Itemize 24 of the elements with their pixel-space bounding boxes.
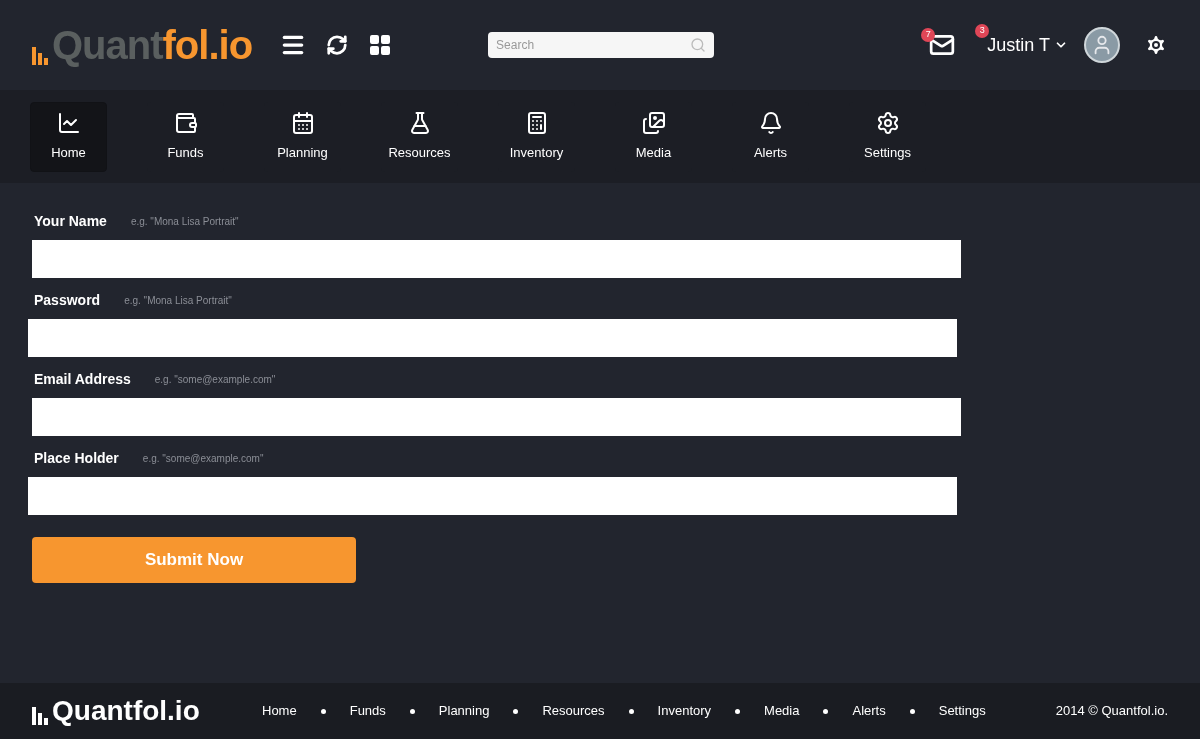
field-hint: e.g. "some@example.com" <box>142 452 264 466</box>
search-field[interactable]: Search <box>488 32 715 58</box>
footer-link[interactable]: Alerts <box>852 701 886 721</box>
field-label: Place Holder <box>34 449 119 468</box>
footer-link[interactable]: Funds <box>349 701 386 721</box>
user-name[interactable]: Justin T <box>987 31 1050 59</box>
footer-link[interactable]: Resources <box>542 701 605 721</box>
footer-logo[interactable]: Quantfol.io <box>52 697 200 725</box>
field-hint: e.g. "Mona Lisa Portrait" <box>124 294 232 308</box>
field-hint: e.g. "some@example.com" <box>154 373 276 387</box>
copyright: 2014 © Quantfol.io. <box>1055 702 1168 721</box>
field-label: Password <box>34 291 101 310</box>
footer-link[interactable]: Home <box>262 701 297 721</box>
field-label: Your Name <box>34 212 107 231</box>
footer-link[interactable]: Inventory <box>657 701 712 721</box>
nav-tab[interactable]: Home <box>30 101 107 172</box>
logo[interactable]: Quantfol.io <box>52 25 253 65</box>
field-label: Email Address <box>34 370 131 389</box>
notification-badge: 7 <box>921 28 936 42</box>
footer-link[interactable]: Planning <box>438 701 490 721</box>
footer-link[interactable]: Settings <box>938 701 986 721</box>
footer-link[interactable]: Media <box>764 701 800 721</box>
field-hint: e.g. "Mona Lisa Portrait" <box>130 215 239 229</box>
notification-badge: 3 <box>975 23 990 38</box>
